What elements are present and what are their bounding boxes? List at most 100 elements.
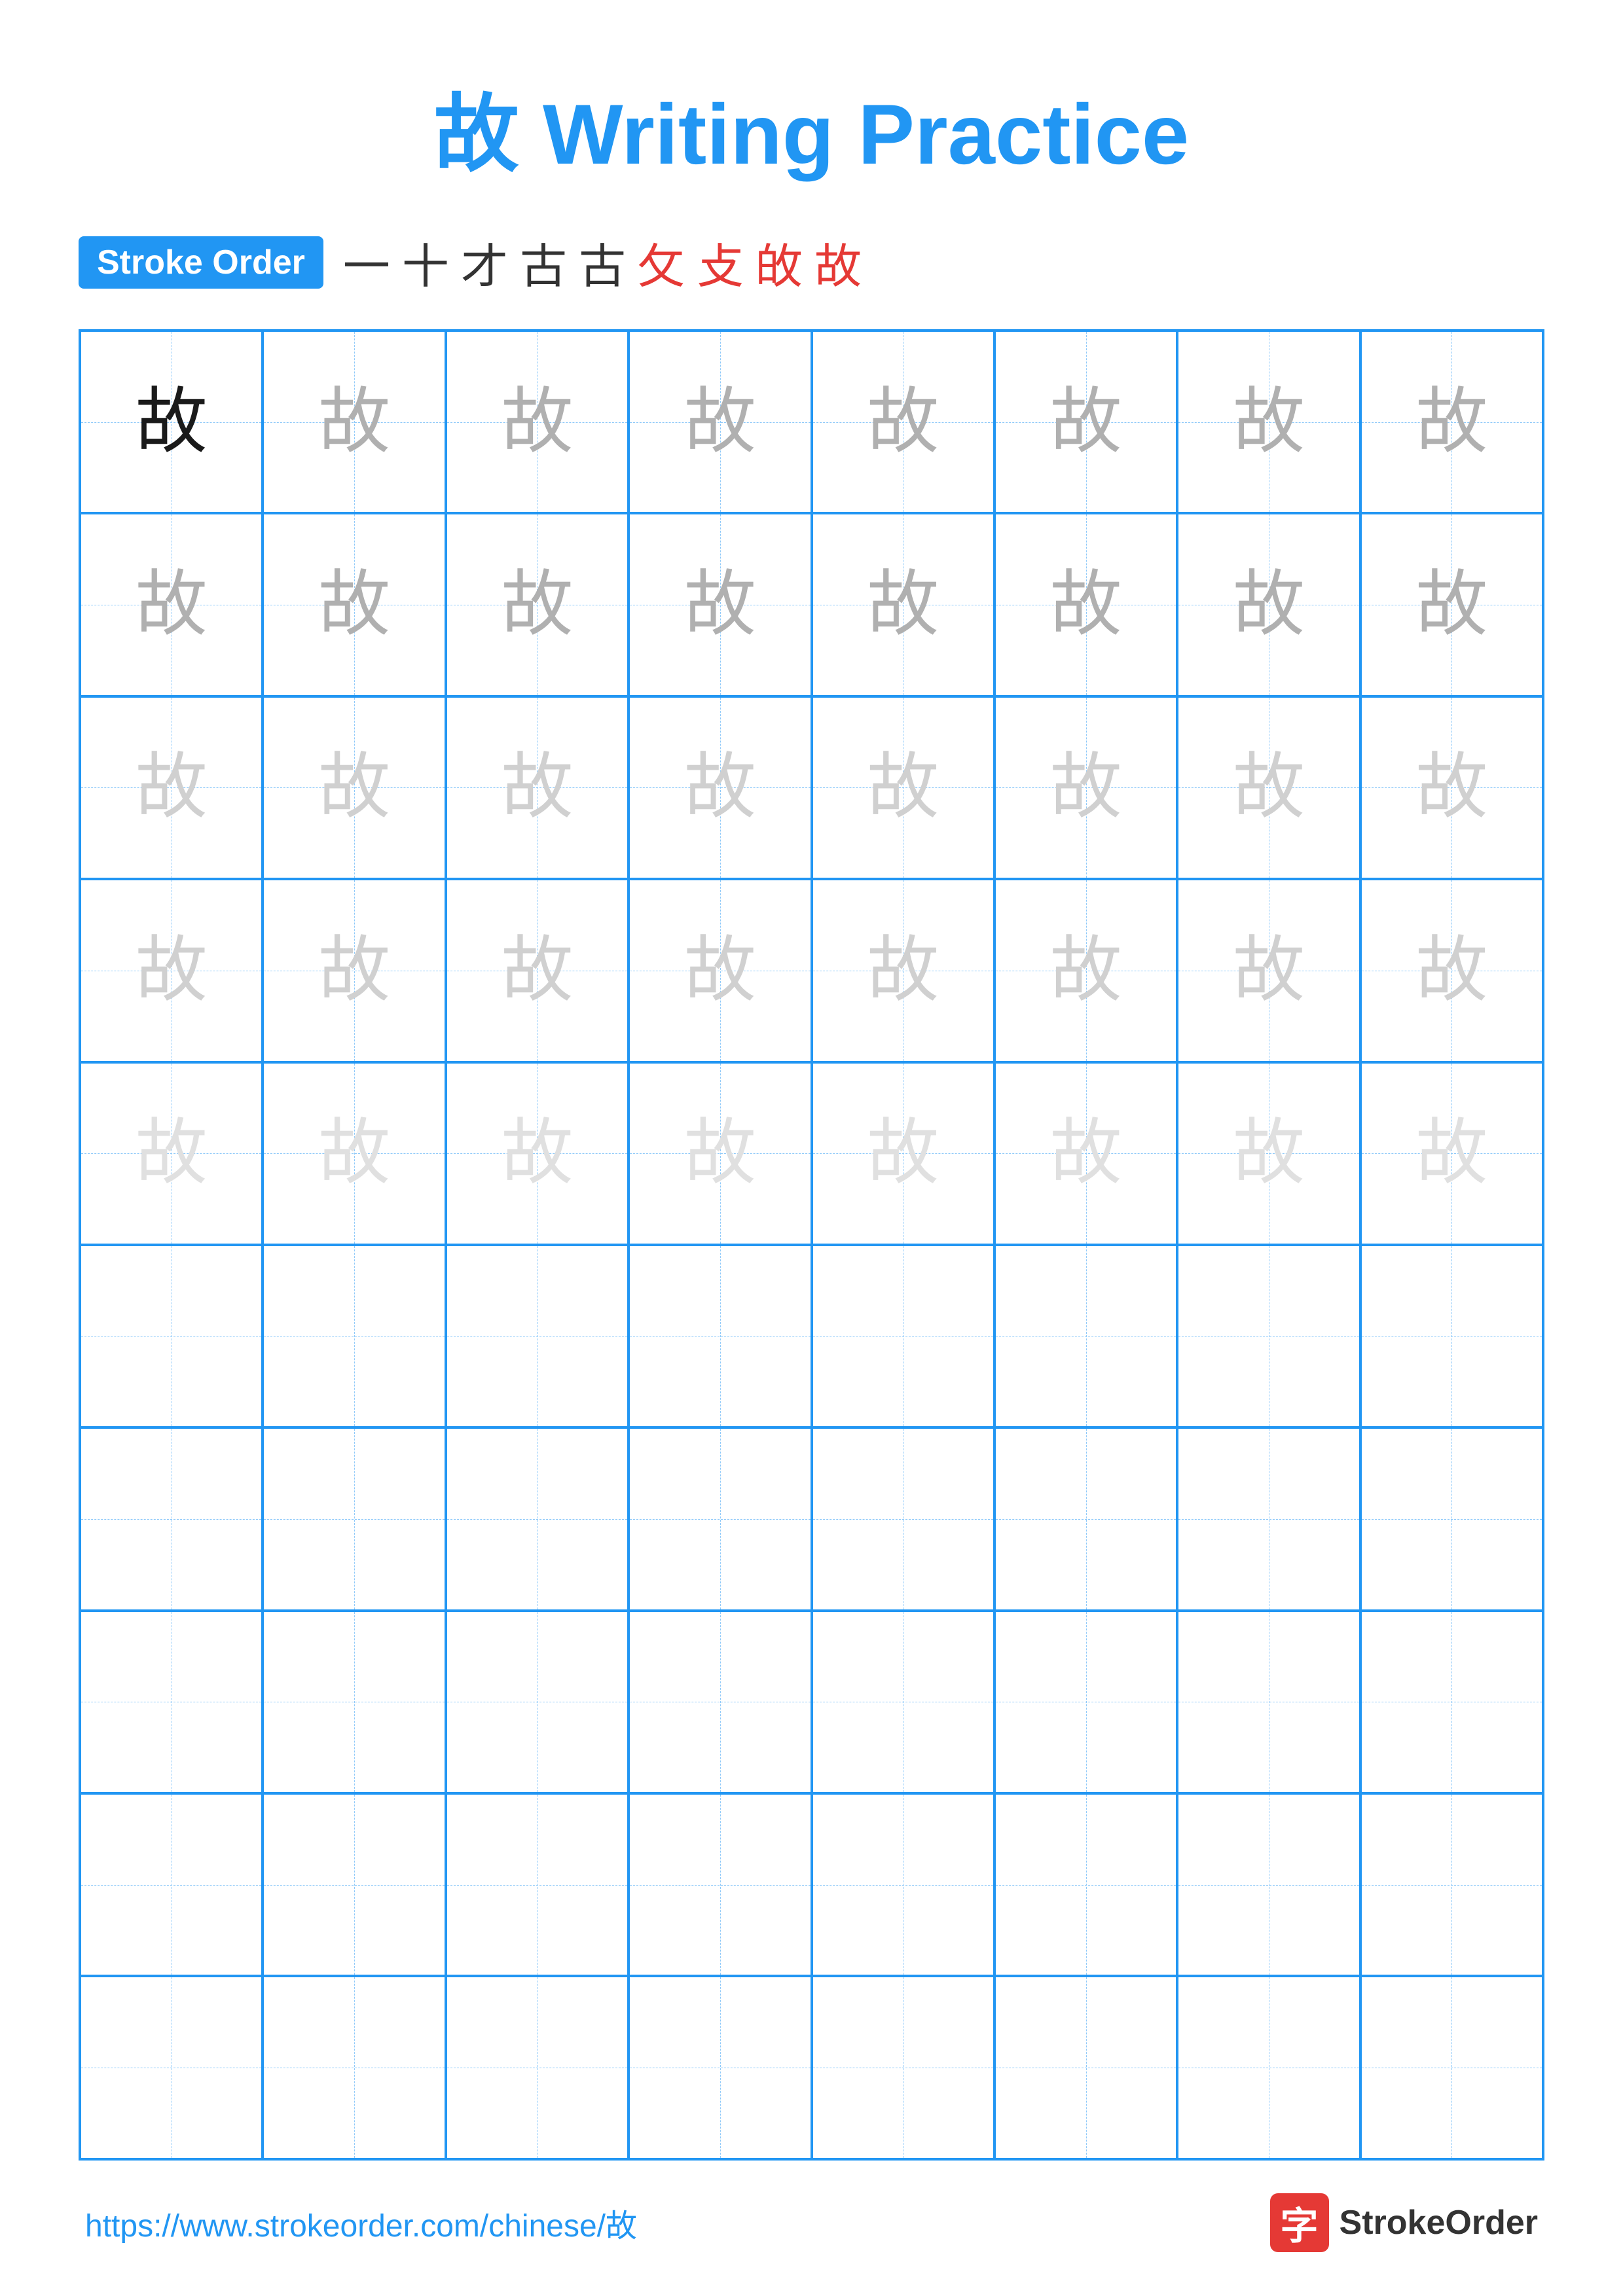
grid-cell[interactable]: 故 — [812, 1062, 994, 1245]
title-character: 故 — [434, 86, 519, 182]
stroke-order-chars: 一 十 才 古 古 攵 攴 敀 故 — [343, 228, 862, 296]
stroke-3: 才 — [461, 228, 508, 296]
grid-cell[interactable] — [1360, 1793, 1543, 1976]
grid-cell[interactable] — [629, 1976, 811, 2159]
grid-cell[interactable]: 故 — [446, 696, 629, 879]
grid-cell[interactable]: 故 — [263, 331, 445, 513]
grid-cell[interactable] — [1177, 1976, 1360, 2159]
grid-cell[interactable] — [80, 1427, 263, 1610]
footer: https://www.strokeorder.com/chinese/故 字 … — [79, 2193, 1544, 2252]
grid-cell[interactable]: 故 — [629, 513, 811, 696]
grid-cell[interactable] — [80, 1793, 263, 1976]
grid-cell[interactable] — [1177, 1793, 1360, 1976]
grid-cell[interactable] — [1360, 1427, 1543, 1610]
grid-cell[interactable]: 故 — [446, 879, 629, 1062]
grid-cell[interactable] — [446, 1976, 629, 2159]
grid-cell[interactable]: 故 — [80, 513, 263, 696]
grid-cell[interactable] — [812, 1976, 994, 2159]
grid-cell[interactable]: 故 — [446, 331, 629, 513]
stroke-6: 攵 — [638, 228, 685, 296]
grid-cell[interactable]: 故 — [1177, 696, 1360, 879]
grid-cell[interactable]: 故 — [1360, 513, 1543, 696]
grid-cell[interactable]: 故 — [812, 879, 994, 1062]
grid-cell[interactable]: 故 — [994, 513, 1177, 696]
logo-char: 字 — [1281, 2195, 1319, 2250]
grid-cell[interactable] — [812, 1427, 994, 1610]
title-text: Writing Practice — [519, 86, 1189, 182]
grid-cell[interactable]: 故 — [994, 1062, 1177, 1245]
stroke-5: 古 — [579, 228, 626, 296]
grid-cell[interactable] — [263, 1611, 445, 1793]
grid-cell[interactable] — [446, 1245, 629, 1427]
grid-cell[interactable] — [994, 1793, 1177, 1976]
grid-cell[interactable] — [80, 1245, 263, 1427]
grid-cell[interactable] — [1177, 1427, 1360, 1610]
grid-cell[interactable] — [1360, 1611, 1543, 1793]
grid-cell[interactable]: 故 — [812, 696, 994, 879]
stroke-8: 敀 — [756, 228, 803, 296]
grid-cell[interactable]: 故 — [994, 879, 1177, 1062]
grid-cell[interactable]: 故 — [1177, 1062, 1360, 1245]
grid-cell[interactable]: 故 — [629, 696, 811, 879]
grid-cell[interactable] — [80, 1976, 263, 2159]
grid-cell[interactable] — [446, 1611, 629, 1793]
grid-cell[interactable]: 故 — [80, 331, 263, 513]
stroke-7: 攴 — [697, 228, 744, 296]
footer-url[interactable]: https://www.strokeorder.com/chinese/故 — [85, 2200, 637, 2246]
page-title: 故 Writing Practice — [434, 65, 1189, 188]
grid-cell[interactable]: 故 — [80, 879, 263, 1062]
grid-cell[interactable] — [812, 1245, 994, 1427]
grid-cell[interactable] — [1177, 1611, 1360, 1793]
grid-cell[interactable] — [263, 1976, 445, 2159]
grid-cell[interactable]: 故 — [812, 513, 994, 696]
footer-logo: 字 StrokeOrder — [1270, 2193, 1538, 2252]
grid-cell[interactable] — [994, 1976, 1177, 2159]
grid-cell[interactable]: 故 — [1177, 513, 1360, 696]
grid-cell[interactable]: 故 — [1360, 696, 1543, 879]
grid-cell[interactable] — [1360, 1976, 1543, 2159]
grid-cell[interactable]: 故 — [263, 513, 445, 696]
grid-cell[interactable] — [994, 1611, 1177, 1793]
logo-text: StrokeOrder — [1340, 2203, 1538, 2242]
grid-cell[interactable]: 故 — [263, 696, 445, 879]
grid-cell[interactable]: 故 — [629, 1062, 811, 1245]
grid-cell[interactable]: 故 — [1360, 331, 1543, 513]
grid-cell[interactable]: 故 — [80, 1062, 263, 1245]
stroke-4: 古 — [520, 228, 567, 296]
stroke-2: 十 — [402, 228, 449, 296]
grid-cell[interactable]: 故 — [629, 331, 811, 513]
page: 故 Writing Practice Stroke Order 一 十 才 古 … — [0, 0, 1623, 2296]
grid-cell[interactable] — [994, 1427, 1177, 1610]
grid-cell[interactable]: 故 — [263, 1062, 445, 1245]
grid-cell[interactable]: 故 — [1177, 879, 1360, 1062]
grid-cell[interactable] — [1177, 1245, 1360, 1427]
grid-cell[interactable]: 故 — [629, 879, 811, 1062]
grid-cell[interactable]: 故 — [1360, 879, 1543, 1062]
grid-cell[interactable]: 故 — [1177, 331, 1360, 513]
logo-icon: 字 — [1270, 2193, 1329, 2252]
grid-cell[interactable] — [263, 1245, 445, 1427]
grid-cell[interactable]: 故 — [994, 331, 1177, 513]
grid-cell[interactable]: 故 — [263, 879, 445, 1062]
grid-cell[interactable] — [812, 1611, 994, 1793]
grid-cell[interactable]: 故 — [446, 1062, 629, 1245]
grid-cell[interactable] — [446, 1793, 629, 1976]
grid-cell[interactable] — [812, 1793, 994, 1976]
grid-cell[interactable] — [263, 1427, 445, 1610]
grid-cell[interactable] — [994, 1245, 1177, 1427]
grid-cell[interactable] — [629, 1427, 811, 1610]
stroke-9: 故 — [814, 228, 862, 296]
grid-cell[interactable]: 故 — [446, 513, 629, 696]
grid-cell[interactable]: 故 — [994, 696, 1177, 879]
grid-cell[interactable] — [446, 1427, 629, 1610]
grid-cell[interactable]: 故 — [1360, 1062, 1543, 1245]
grid-cell[interactable] — [629, 1245, 811, 1427]
stroke-1: 一 — [343, 228, 390, 296]
grid-cell[interactable] — [629, 1793, 811, 1976]
grid-cell[interactable] — [1360, 1245, 1543, 1427]
grid-cell[interactable]: 故 — [812, 331, 994, 513]
grid-cell[interactable] — [629, 1611, 811, 1793]
grid-cell[interactable] — [263, 1793, 445, 1976]
grid-cell[interactable]: 故 — [80, 696, 263, 879]
grid-cell[interactable] — [80, 1611, 263, 1793]
